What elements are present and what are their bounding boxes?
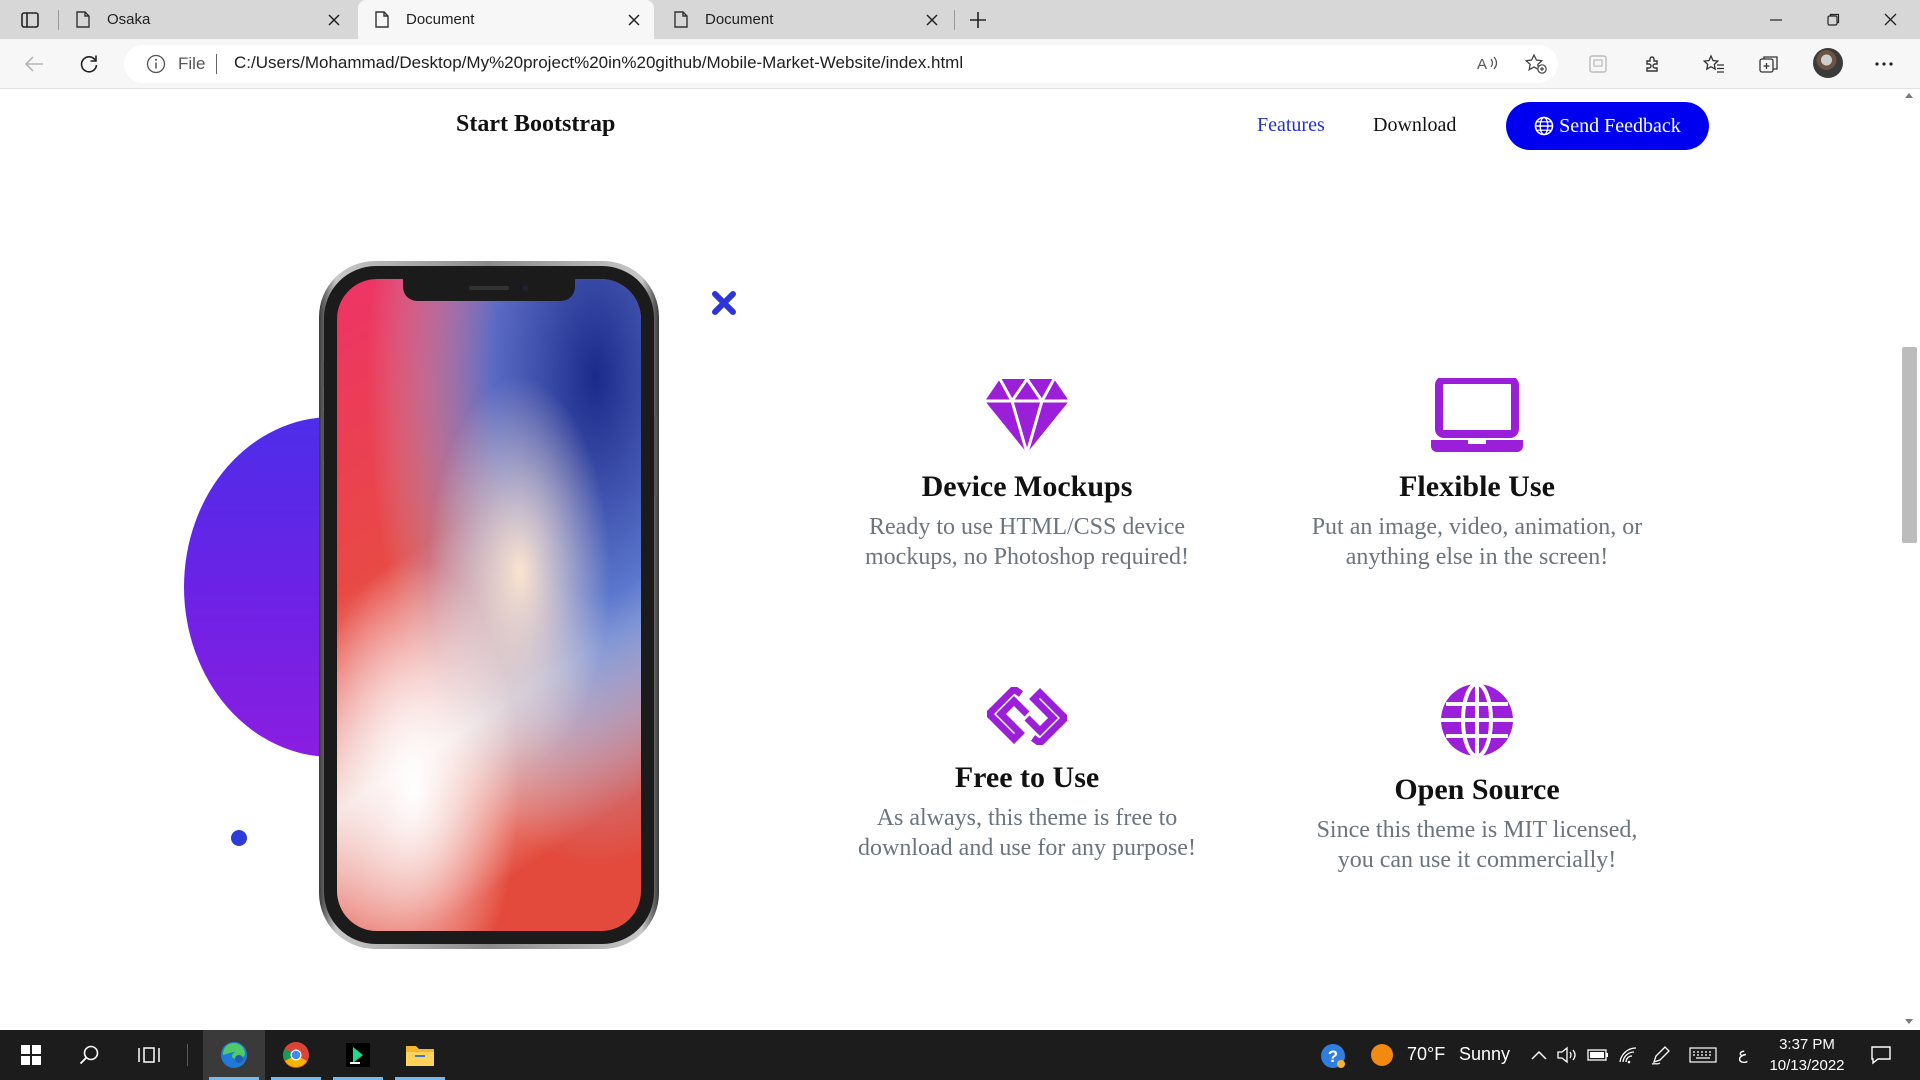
tab-title: Document [406, 11, 475, 28]
tab-actions-icon[interactable] [12, 6, 48, 34]
read-aloud-icon[interactable]: A [1476, 53, 1500, 75]
pycharm-app-icon[interactable] [327, 1030, 389, 1080]
phone-mockup [319, 261, 659, 949]
close-window-icon[interactable] [1862, 0, 1918, 39]
more-options-icon[interactable] [1867, 48, 1901, 80]
info-icon[interactable] [146, 54, 166, 74]
scheme-label: File [178, 54, 206, 73]
nav-link-download[interactable]: Download [1373, 114, 1456, 137]
clock-date: 10/13/2022 [1769, 1057, 1845, 1074]
keyboard-language[interactable]: ع [1738, 1044, 1748, 1063]
extensions-icon[interactable] [1636, 48, 1670, 80]
tab-document[interactable]: Document [657, 0, 952, 39]
back-icon[interactable] [17, 48, 51, 80]
close-tab-icon[interactable] [620, 6, 648, 34]
restore-icon[interactable] [1805, 0, 1861, 39]
chevron-up-icon[interactable] [1528, 1044, 1550, 1066]
tab-separator [954, 10, 955, 30]
close-tab-icon[interactable] [320, 6, 348, 34]
feature-description: As always, this theme is free to download… [858, 805, 1196, 861]
link-chain-icon [987, 687, 1067, 745]
gem-icon [985, 378, 1069, 454]
sidebar-app-icon[interactable] [1581, 48, 1615, 80]
clock-time: 3:37 PM [1779, 1036, 1835, 1053]
battery-icon[interactable] [1587, 1044, 1609, 1066]
feature-title: Open Source [1394, 773, 1560, 806]
tab-strip: Osaka Document Document [0, 0, 1920, 39]
navbar-brand[interactable]: Start Bootstrap [456, 111, 615, 138]
feature-title: Flexible Use [1399, 470, 1555, 503]
globe-icon [1534, 116, 1554, 136]
laptop-icon [1431, 378, 1523, 452]
feature-description: Since this theme is MIT licensed, you can… [1316, 817, 1638, 873]
page-icon [372, 10, 392, 30]
file-explorer-icon[interactable] [389, 1030, 451, 1080]
address-bar[interactable]: File C:/Users/Mohammad/Desktop/My%20proj… [124, 45, 1558, 83]
tab-title: Osaka [107, 11, 151, 28]
edge-app-icon[interactable] [203, 1030, 265, 1080]
feature-description: Put an image, video, animation, or anythi… [1311, 514, 1643, 570]
scroll-thumb[interactable] [1902, 347, 1917, 543]
page-icon [73, 10, 93, 30]
taskbar-clock[interactable]: 3:37 PM 10/13/2022 [1762, 1034, 1852, 1076]
weather-text[interactable]: Sunny [1459, 1044, 1510, 1065]
tab-title: Document [705, 11, 774, 28]
svg-text:A: A [1477, 56, 1487, 73]
feature-free-to-use: Free to Use As always, this theme is fre… [817, 687, 1237, 863]
volume-icon[interactable] [1557, 1044, 1579, 1066]
nav-link-features[interactable]: Features [1257, 114, 1325, 137]
keyboard-icon[interactable] [1688, 1044, 1718, 1066]
start-windows-icon[interactable] [0, 1030, 62, 1080]
new-tab-icon[interactable] [963, 5, 993, 35]
close-tab-icon[interactable] [918, 6, 946, 34]
refresh-icon[interactable] [72, 48, 106, 80]
profile-avatar[interactable] [1813, 48, 1843, 78]
svg-text:?: ? [1328, 1047, 1338, 1066]
chrome-app-icon[interactable] [265, 1030, 327, 1080]
add-favorite-icon[interactable] [1524, 53, 1548, 75]
favorites-icon[interactable] [1697, 48, 1731, 80]
collections-icon[interactable] [1752, 48, 1786, 80]
x-shape-icon [712, 291, 736, 315]
scroll-down-icon[interactable] [1905, 1019, 1913, 1024]
feature-title: Device Mockups [921, 470, 1133, 503]
windows-taskbar: ? 70°F Sunny ع 3:37 PM 10/13/2022 [0, 1030, 1920, 1080]
address-divider [216, 54, 217, 74]
taskbar-separator [187, 1044, 188, 1066]
url-text[interactable]: C:/Users/Mohammad/Desktop/My%20project%2… [234, 53, 963, 73]
decorative-dot [231, 830, 247, 846]
search-icon[interactable] [58, 1030, 120, 1080]
feature-description: Ready to use HTML/CSS device mockups, no … [865, 514, 1189, 570]
scroll-up-icon[interactable] [1905, 93, 1913, 98]
browser-toolbar: File C:/Users/Mohammad/Desktop/My%20proj… [0, 39, 1920, 89]
send-feedback-button[interactable]: Send Feedback [1506, 102, 1709, 150]
feature-title: Free to Use [954, 761, 1100, 794]
help-icon[interactable]: ? [1319, 1042, 1347, 1070]
feature-device-mockups: Device Mockups Ready to use HTML/CSS dev… [817, 378, 1237, 572]
send-feedback-label: Send Feedback [1559, 114, 1681, 137]
page-icon [671, 10, 691, 30]
web-page: Start Bootstrap Features Download Send F… [0, 90, 1899, 1030]
weather-sun-icon[interactable] [1370, 1043, 1394, 1067]
tab-osaka[interactable]: Osaka [59, 0, 354, 39]
weather-temp[interactable]: 70°F [1407, 1044, 1445, 1065]
globe-icon [1441, 683, 1513, 757]
pen-icon[interactable] [1650, 1044, 1672, 1066]
minimize-icon[interactable] [1748, 0, 1804, 39]
feature-open-source: Open Source Since this theme is MIT lice… [1267, 683, 1687, 875]
feature-flexible-use: Flexible Use Put an image, video, animat… [1267, 378, 1687, 572]
wifi-icon[interactable] [1617, 1044, 1639, 1066]
tab-document-active[interactable]: Document [358, 0, 654, 39]
notification-icon[interactable] [1869, 1043, 1893, 1067]
task-view-icon[interactable] [118, 1030, 180, 1080]
page-scrollbar[interactable] [1899, 89, 1920, 1030]
